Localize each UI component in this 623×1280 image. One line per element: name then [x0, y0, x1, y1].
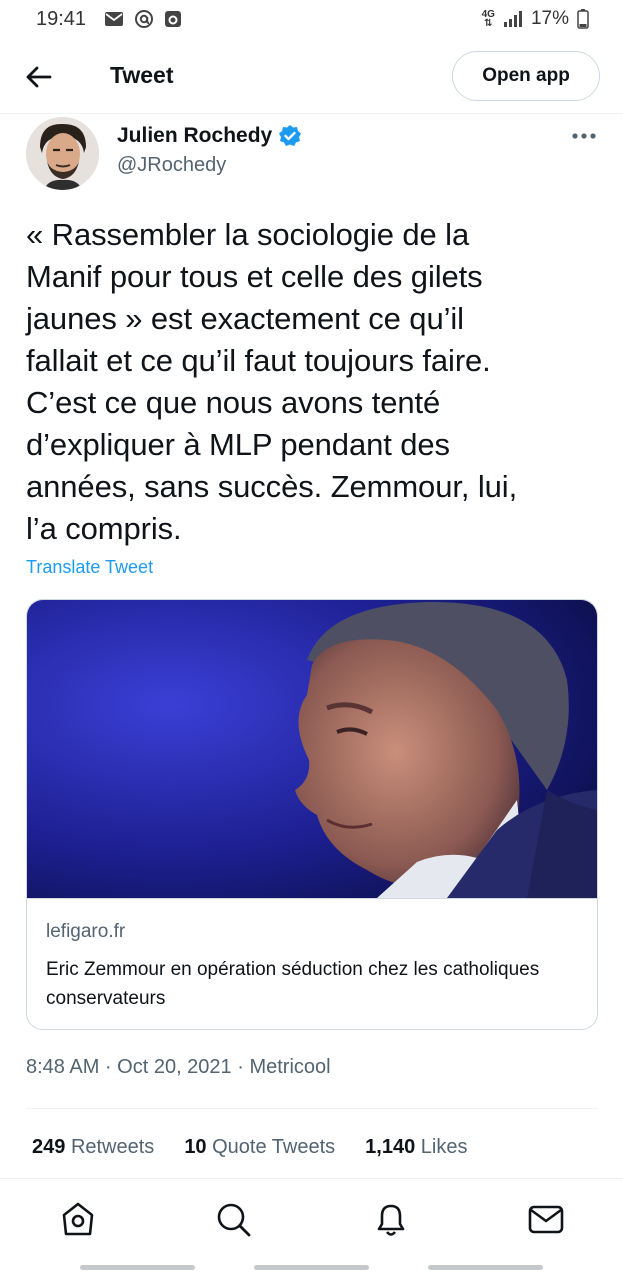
card-image: [27, 600, 597, 898]
app-header: Tweet Open app: [0, 40, 623, 114]
open-app-button[interactable]: Open app: [452, 51, 600, 101]
translate-tweet-link[interactable]: Translate Tweet: [26, 557, 153, 578]
status-time: 19:41: [36, 8, 87, 30]
status-bar: 19:41 4G ⇅ 17%: [0, 0, 623, 40]
mail-icon: [105, 12, 123, 26]
battery-percent: 17%: [530, 8, 569, 29]
page-title: Tweet: [110, 62, 174, 88]
quote-tweets-label: Quote Tweets: [212, 1136, 336, 1158]
tweet-stats: 249 Retweets 10 Quote Tweets 1,140 Likes: [32, 1136, 498, 1159]
author-name-row[interactable]: Julien Rochedy: [117, 124, 302, 148]
likes-stat[interactable]: 1,140 Likes: [365, 1136, 467, 1159]
avatar-portrait: [26, 117, 99, 190]
tweet-line: l’a compris.: [26, 511, 182, 546]
back-arrow-icon: [26, 66, 52, 88]
nav-search-button[interactable]: [213, 1199, 253, 1239]
nav-messages-button[interactable]: [526, 1199, 566, 1239]
messages-icon: [528, 1205, 564, 1234]
tweet-line: fallait et ce qu’il faut toujours faire.: [26, 343, 491, 378]
gesture-bar: [80, 1265, 195, 1270]
author-name: Julien Rochedy: [117, 124, 273, 147]
at-icon: [135, 10, 153, 28]
retweets-count: 249: [32, 1136, 66, 1158]
quote-tweets-stat[interactable]: 10 Quote Tweets: [184, 1136, 335, 1159]
tweet-line: Manif pour tous et celle des gilets: [26, 259, 483, 294]
likes-count: 1,140: [365, 1136, 416, 1158]
verified-badge-icon: [279, 125, 302, 146]
network-indicator: 4G ⇅: [481, 9, 495, 29]
tweet-timestamp[interactable]: 8:48 AM · Oct 20, 2021 · Metricool: [26, 1056, 331, 1079]
quote-tweets-count: 10: [184, 1136, 207, 1158]
home-icon: [62, 1202, 94, 1236]
app-icon: [165, 11, 181, 27]
tweet-line: C’est ce que nous avons tenté: [26, 385, 441, 420]
avatar[interactable]: [26, 117, 99, 190]
status-system-icons: 4G ⇅ 17%: [482, 8, 589, 30]
divider: [26, 1108, 598, 1109]
bottom-nav: [0, 1179, 623, 1259]
back-button[interactable]: [22, 62, 56, 92]
card-title: Eric Zemmour en opération séduction chez…: [46, 959, 540, 1009]
more-options-button[interactable]: [568, 124, 600, 148]
card-body: lefigaro.fr Eric Zemmour en opération sé…: [27, 898, 597, 1029]
retweets-stat[interactable]: 249 Retweets: [32, 1136, 154, 1159]
status-notification-icons: [104, 9, 182, 29]
gesture-bar: [254, 1265, 369, 1270]
nav-notifications-button[interactable]: [371, 1199, 411, 1239]
notifications-icon: [377, 1204, 405, 1236]
signal-icon: [503, 11, 522, 27]
tweet-line: jaunes » est exactement ce qu’il: [26, 301, 464, 336]
tweet-line: d’expliquer à MLP pendant des: [26, 427, 450, 462]
nav-home-button[interactable]: [58, 1199, 98, 1239]
tweet-text: « Rassembler la sociologie de la Manif p…: [26, 214, 598, 550]
search-icon: [217, 1203, 251, 1237]
retweets-label: Retweets: [70, 1136, 155, 1158]
tweet-line: années, sans succès. Zemmour, lui,: [26, 469, 518, 504]
link-preview-card[interactable]: lefigaro.fr Eric Zemmour en opération sé…: [26, 599, 598, 1030]
tweet-line: « Rassembler la sociologie de la: [26, 217, 470, 252]
author-handle[interactable]: @JRochedy: [117, 154, 226, 177]
more-horizontal-icon: [572, 133, 596, 139]
battery-icon: [577, 9, 589, 29]
likes-label: Likes: [420, 1136, 468, 1158]
gesture-bar: [428, 1265, 543, 1270]
card-domain: lefigaro.fr: [46, 921, 126, 942]
